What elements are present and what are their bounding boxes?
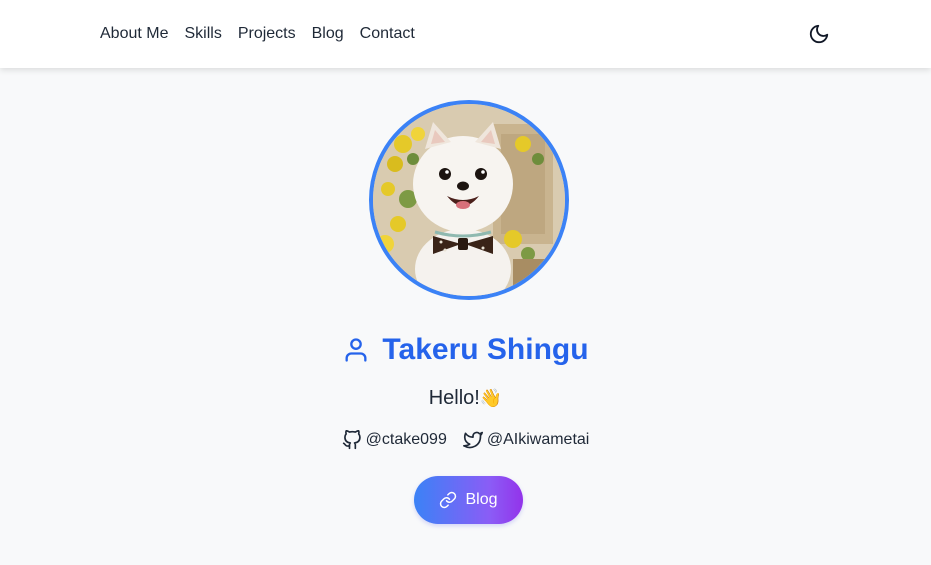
nav-link-contact[interactable]: Contact	[360, 24, 415, 44]
social-links: @ctake099 @AIkiwametai	[0, 428, 931, 452]
theme-toggle-button[interactable]	[806, 21, 832, 47]
twitter-link[interactable]: @AIkiwametai	[462, 430, 590, 450]
user-icon	[345, 338, 367, 362]
github-link[interactable]: @ctake099	[342, 430, 447, 450]
navbar: About Me Skills Projects Blog Contact	[0, 0, 931, 68]
waving-hand-icon: 👋	[479, 388, 503, 409]
nav-link-about-me[interactable]: About Me	[100, 24, 168, 44]
profile-name: Takeru Shingu	[382, 333, 589, 366]
greeting: Hello!👋	[0, 385, 931, 412]
nav-link-blog[interactable]: Blog	[312, 24, 344, 44]
github-icon	[342, 430, 361, 450]
nav-link-skills[interactable]: Skills	[184, 24, 221, 44]
greeting-text: Hello!	[428, 387, 480, 409]
twitter-icon	[462, 431, 483, 449]
link-icon	[440, 491, 457, 509]
moon-icon	[809, 24, 829, 44]
avatar	[369, 100, 569, 300]
nav-links: About Me Skills Projects Blog Contact	[100, 0, 415, 68]
dog-photo	[373, 104, 565, 296]
nav-link-projects[interactable]: Projects	[238, 24, 296, 44]
blog-button-label: Blog	[465, 491, 498, 508]
github-handle: @ctake099	[365, 431, 447, 448]
blog-button[interactable]: Blog	[414, 476, 523, 524]
twitter-handle: @AIkiwametai	[486, 431, 590, 448]
name-row: Takeru Shingu	[0, 330, 931, 370]
